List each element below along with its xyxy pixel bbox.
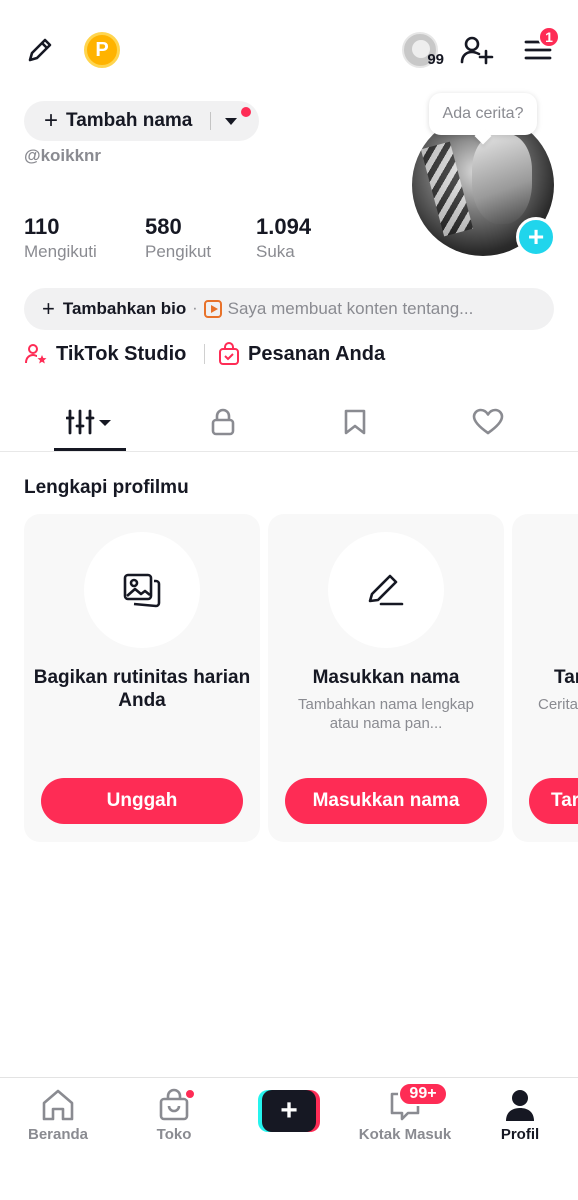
menu-badge: 1 <box>538 26 560 48</box>
nav-label: Toko <box>156 1126 192 1143</box>
add-name-label: Tambah nama <box>66 110 193 131</box>
inbox-badge: 99+ <box>398 1082 448 1106</box>
stat-followers[interactable]: 580 Pengikut <box>145 214 211 262</box>
card-description: Tambahkan nama lengkap atau nama pan... <box>298 696 474 732</box>
stat-following[interactable]: 110 Mengikuti <box>24 214 97 262</box>
card-partial: Tar Cerita ter Tar <box>512 514 578 842</box>
create-button[interactable]: + <box>258 1090 320 1132</box>
photo-detail <box>420 141 474 237</box>
bottom-navigation: Beranda Toko + Kotak Masuk 99+ Profil <box>0 1077 578 1200</box>
menu-button[interactable]: 1 <box>516 26 560 70</box>
plus-icon: + <box>42 296 55 321</box>
profile-icon <box>506 1090 534 1121</box>
card-description: Cerita ter <box>538 696 578 713</box>
stat-value: 110 <box>24 214 60 239</box>
add-name-button[interactable]: + Tambah nama <box>24 101 259 141</box>
stat-label: Suka <box>256 242 295 261</box>
story-prompt-bubble[interactable]: Ada cerita? <box>429 93 537 135</box>
nav-home[interactable]: Beranda <box>0 1088 116 1148</box>
play-icon <box>203 300 222 318</box>
notification-dot <box>241 107 251 117</box>
photos-icon <box>123 573 161 608</box>
add-bio-label: Tambahkan bio <box>62 299 187 318</box>
divider <box>204 344 205 364</box>
plus-icon: + <box>262 1090 316 1132</box>
card-title: Bagikan rutinitas harian Anda <box>33 667 251 711</box>
bio-hint: Saya membuat konten tentang... <box>227 299 474 318</box>
coin-icon: P <box>84 32 120 68</box>
stat-value: 580 <box>145 214 182 239</box>
section-title: Lengkapi profilmu <box>24 477 189 498</box>
stat-label: Pengikut <box>145 242 212 261</box>
card-icon-circle <box>328 532 444 648</box>
card-title: Tar <box>554 667 578 688</box>
card-icon-circle <box>84 532 200 648</box>
nav-profile[interactable]: Profil <box>462 1088 578 1148</box>
link-label: Pesanan Anda <box>248 342 386 365</box>
divider <box>210 112 212 130</box>
coin-button[interactable]: P <box>82 30 122 70</box>
shopping-bag-icon <box>219 342 239 365</box>
pen-icon <box>368 574 404 606</box>
content-tabs <box>0 392 578 452</box>
story-avatar-button[interactable]: 99 <box>394 30 446 70</box>
add-bio-button[interactable]: + Tambahkan bio · Saya membuat konten te… <box>24 288 554 330</box>
add-story-button[interactable]: + <box>516 217 556 257</box>
nav-label: Kotak Masuk <box>358 1126 452 1143</box>
plus-icon: + <box>44 107 59 134</box>
notification-dot <box>184 1088 196 1100</box>
nav-shop[interactable]: Toko <box>116 1088 232 1148</box>
tab-videos[interactable] <box>50 392 130 452</box>
avatar-count: 99 <box>427 51 444 68</box>
profile-cards-carousel[interactable]: Bagikan rutinitas harian Anda Unggah Mas… <box>24 514 578 844</box>
tab-private[interactable] <box>183 392 263 452</box>
card-title: Masukkan nama <box>312 667 460 688</box>
bookmark-icon <box>344 409 366 435</box>
card-share-routine: Bagikan rutinitas harian Anda Unggah <box>24 514 260 842</box>
pencil-icon[interactable] <box>20 30 60 70</box>
username: @koikknr <box>24 146 102 165</box>
grid-icon <box>66 409 111 435</box>
heart-icon <box>472 408 504 435</box>
caret-down-icon[interactable] <box>225 117 238 125</box>
home-icon <box>42 1089 74 1121</box>
card-cta-button[interactable]: Tar <box>529 778 578 824</box>
stat-value: 1.094 <box>256 214 312 239</box>
nav-label: Profil <box>500 1126 540 1143</box>
add-user-icon[interactable] <box>456 30 498 70</box>
tab-liked[interactable] <box>448 392 528 452</box>
upload-button[interactable]: Unggah <box>41 778 243 824</box>
nav-label: Beranda <box>27 1126 89 1143</box>
top-bar: P 99 1 <box>0 0 578 100</box>
link-label: TikTok Studio <box>56 342 187 365</box>
tiktok-studio-link[interactable]: TikTok Studio <box>24 340 186 368</box>
photo-subject <box>472 134 532 224</box>
orders-link[interactable]: Pesanan Anda <box>218 340 385 368</box>
stat-label: Mengikuti <box>24 242 97 261</box>
active-tab-indicator <box>54 448 126 451</box>
tab-saved[interactable] <box>315 392 395 452</box>
dot-separator: · <box>192 300 198 317</box>
lock-icon <box>211 408 235 436</box>
card-enter-name: Masukkan nama Tambahkan nama lengkap ata… <box>268 514 504 842</box>
stat-likes[interactable]: 1.094 Suka <box>256 214 311 262</box>
studio-icon <box>25 344 47 364</box>
enter-name-button[interactable]: Masukkan nama <box>285 778 487 824</box>
